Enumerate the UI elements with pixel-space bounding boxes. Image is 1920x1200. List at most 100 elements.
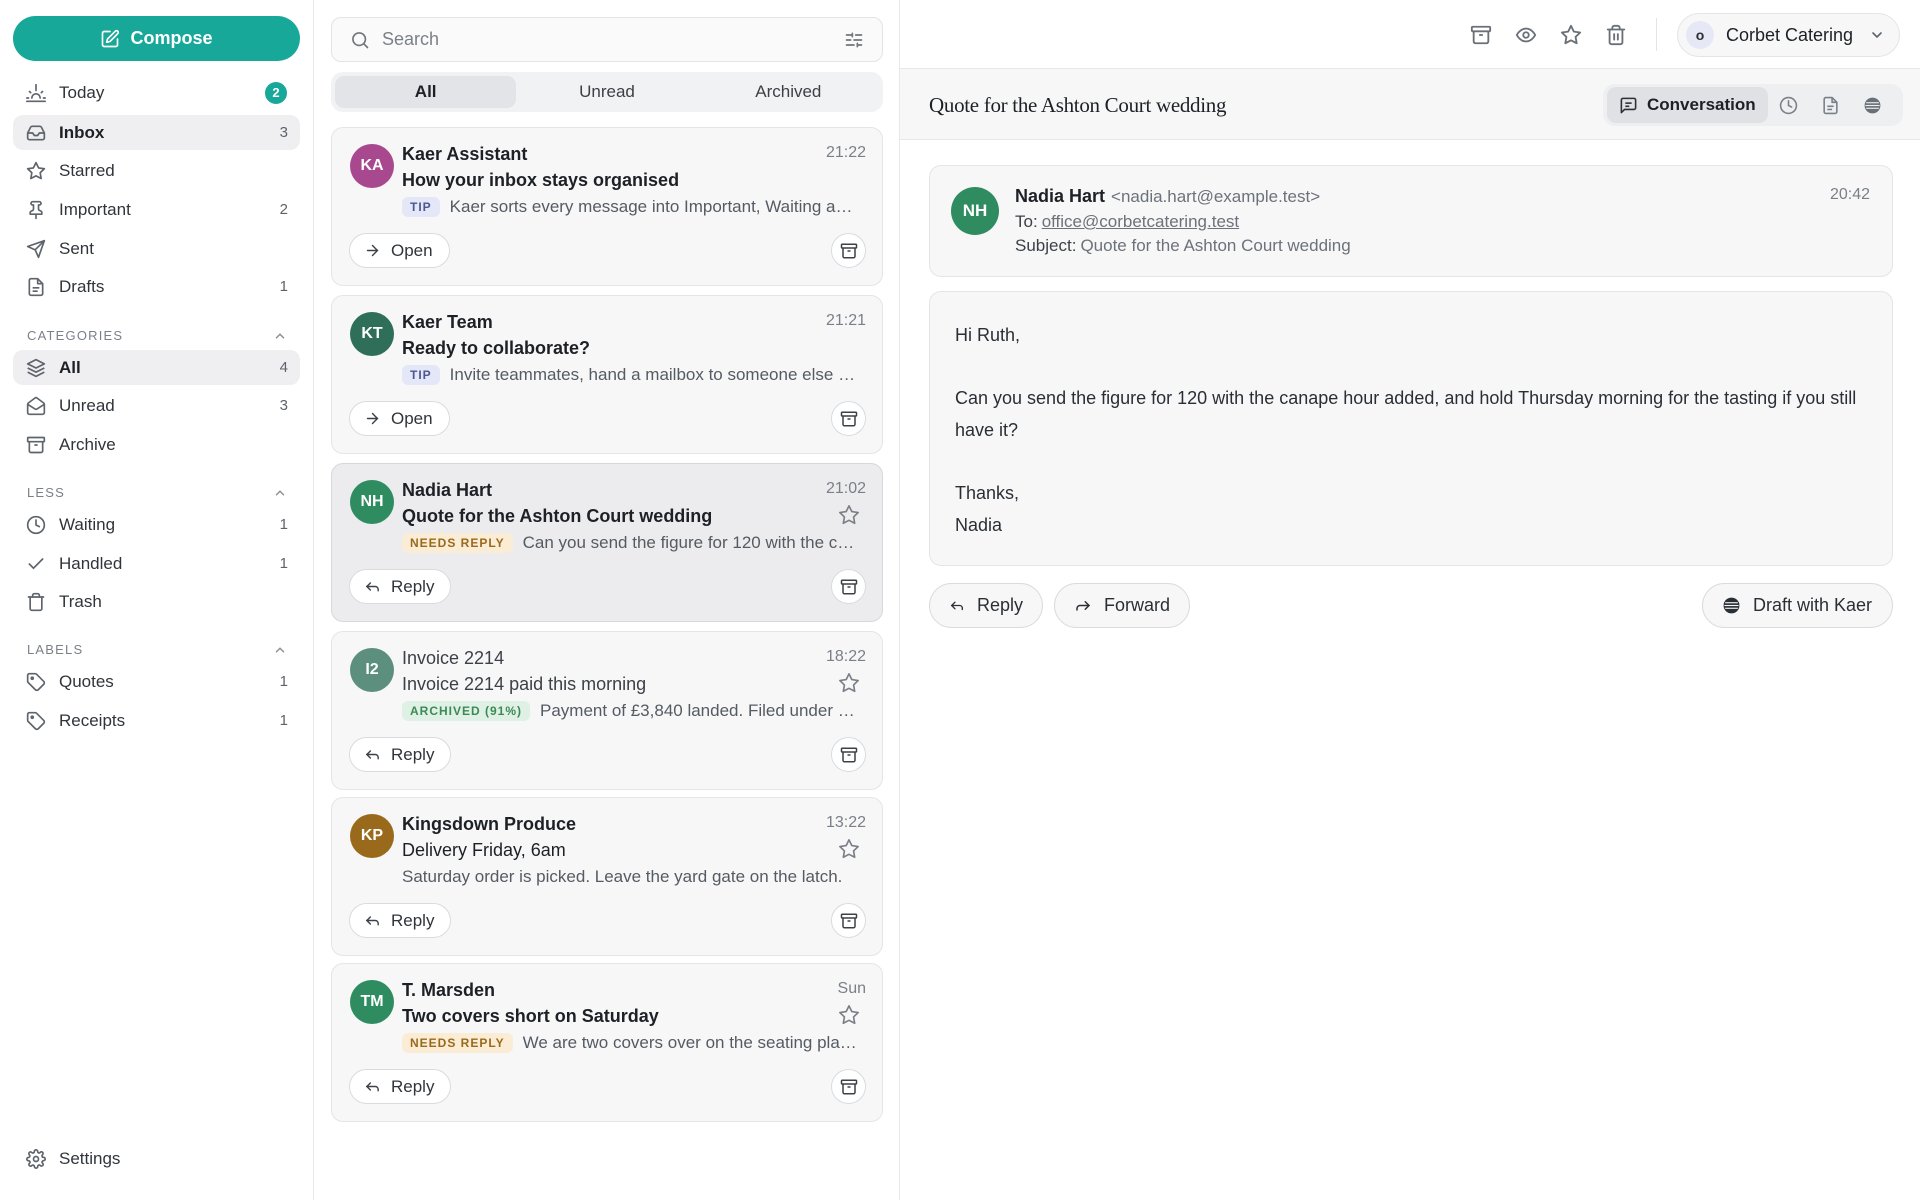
- sidebar-item-label: Waiting: [59, 514, 116, 534]
- message-subject: Subject: Quote for the Ashton Court weddi…: [1015, 236, 1351, 256]
- sidebar-item-important[interactable]: Important 2: [13, 192, 300, 227]
- star-icon[interactable]: [838, 672, 860, 694]
- star-icon[interactable]: [1560, 24, 1582, 46]
- sidebar-item-today[interactable]: Today 2: [13, 75, 300, 110]
- tab-kaer[interactable]: [1852, 87, 1894, 123]
- sidebar-item-waiting[interactable]: Waiting 1: [13, 507, 300, 542]
- sidebar-item-drafts[interactable]: Drafts 1: [13, 269, 300, 304]
- item-count: 1: [279, 555, 288, 572]
- sidebar-item-unread[interactable]: Unread 3: [13, 388, 300, 423]
- trash-icon[interactable]: [1605, 24, 1627, 46]
- filter-sliders-icon[interactable]: [844, 30, 864, 50]
- reply-button[interactable]: Reply: [349, 1069, 452, 1104]
- tab-unread[interactable]: Unread: [516, 76, 697, 108]
- archive-icon: [840, 746, 858, 764]
- tab-archived[interactable]: Archived: [698, 76, 879, 108]
- subject-value: Quote for the Ashton Court wedding: [1080, 236, 1351, 255]
- archive-button[interactable]: [831, 233, 866, 268]
- star-icon[interactable]: [838, 504, 860, 526]
- forward-label: Forward: [1103, 595, 1170, 615]
- needs-reply-tag: NEEDS REPLY: [402, 1033, 513, 1053]
- sidebar-item-all[interactable]: All 4: [13, 350, 300, 385]
- settings-button[interactable]: Settings: [13, 1141, 213, 1177]
- archive-button[interactable]: [831, 569, 866, 604]
- sidebar-item-sent[interactable]: Sent: [13, 231, 300, 266]
- subject-bar: Quote for the Ashton Court wedding Conve…: [900, 69, 1920, 140]
- settings-label: Settings: [59, 1149, 121, 1168]
- tip-tag: TIP: [402, 365, 440, 385]
- thread-card[interactable]: KT Kaer Team 21:21 Ready to collaborate?…: [331, 295, 883, 454]
- thread-preview-row: Saturday order is picked. Leave the yard…: [402, 867, 857, 887]
- archive-icon: [840, 242, 858, 260]
- thread-card[interactable]: NH Nadia Hart 21:02 Quote for the Ashton…: [331, 463, 883, 622]
- forward-button[interactable]: Forward: [1054, 583, 1190, 628]
- thread-subject: Quote for the Ashton Court wedding: [402, 506, 713, 526]
- tip-tag: TIP: [402, 197, 440, 217]
- sidebar-item-receipts[interactable]: Receipts 1: [13, 703, 300, 738]
- trash-icon: [26, 592, 46, 612]
- archive-button[interactable]: [831, 401, 866, 436]
- less-heading[interactable]: LESS: [27, 485, 287, 500]
- thread-card[interactable]: TM T. Marsden Sun Two covers short on Sa…: [331, 963, 883, 1122]
- reply-button[interactable]: Reply: [349, 737, 452, 772]
- item-count: 3: [279, 397, 288, 414]
- sidebar-item-quotes[interactable]: Quotes 1: [13, 664, 300, 699]
- categories-heading[interactable]: CATEGORIES: [27, 328, 287, 343]
- sidebar-item-starred[interactable]: Starred: [13, 153, 300, 188]
- archive-icon: [840, 410, 858, 428]
- message-body: Hi Ruth, Can you send the figure for 120…: [929, 291, 1893, 566]
- draft-with-kaer-button[interactable]: Draft with Kaer: [1702, 583, 1893, 628]
- open-button[interactable]: Open: [349, 401, 450, 436]
- sidebar-item-label: Drafts: [59, 276, 105, 296]
- sidebar-item-archive[interactable]: Archive: [13, 427, 300, 462]
- archive-button[interactable]: [831, 903, 866, 938]
- sidebar-item-trash[interactable]: Trash: [13, 584, 300, 619]
- conversation-title: Quote for the Ashton Court wedding: [929, 93, 1227, 117]
- thread-card[interactable]: KA Kaer Assistant 21:22 How your inbox s…: [331, 127, 883, 286]
- reply-icon: [364, 912, 381, 929]
- archive-button[interactable]: [831, 1069, 866, 1104]
- arrow-right-icon: [364, 242, 381, 259]
- thread-preview: Invite teammates, hand a mailbox to some…: [449, 365, 857, 384]
- avatar: I2: [350, 648, 394, 692]
- labels-heading[interactable]: LABELS: [27, 642, 287, 657]
- compose-button[interactable]: Compose: [13, 16, 300, 61]
- search-bar[interactable]: [331, 17, 883, 62]
- sidebar-item-label: Handled: [59, 553, 123, 573]
- reply-button[interactable]: Reply: [929, 583, 1043, 628]
- account-avatar: o: [1686, 21, 1714, 49]
- archive-icon[interactable]: [1470, 24, 1492, 46]
- reply-button[interactable]: Reply: [349, 569, 452, 604]
- mail-open-icon: [26, 396, 46, 416]
- thread-card[interactable]: KP Kingsdown Produce 13:22 Delivery Frid…: [331, 797, 883, 956]
- search-input[interactable]: [382, 29, 844, 50]
- reply-button[interactable]: Reply: [349, 903, 452, 938]
- sidebar-item-handled[interactable]: Handled 1: [13, 546, 300, 581]
- item-count: 2: [279, 201, 288, 218]
- sidebar: Compose Today 2 Inbox 3 Starred Importan…: [0, 0, 314, 1200]
- item-count: 1: [279, 278, 288, 295]
- eye-icon[interactable]: [1515, 24, 1537, 46]
- file-icon: [26, 277, 46, 297]
- sidebar-item-inbox[interactable]: Inbox 3: [13, 115, 300, 150]
- archive-icon: [840, 912, 858, 930]
- recipient-email-link[interactable]: office@corbetcatering.test: [1042, 212, 1239, 231]
- section-title: LESS: [27, 485, 66, 500]
- archive-button[interactable]: [831, 737, 866, 772]
- reply-icon: [364, 1078, 381, 1095]
- reply-label: Reply: [391, 910, 435, 930]
- pin-icon: [26, 200, 46, 220]
- tab-document[interactable]: [1810, 87, 1852, 123]
- tab-history[interactable]: [1768, 87, 1810, 123]
- thread-preview: Payment of £3,840 landed. Filed under Re…: [540, 701, 857, 720]
- thread-card[interactable]: I2 Invoice 2214 18:22 Invoice 2214 paid …: [331, 631, 883, 790]
- avatar: NH: [350, 480, 394, 524]
- compose-icon: [100, 29, 120, 49]
- tab-all[interactable]: All: [335, 76, 517, 108]
- tab-conversation[interactable]: Conversation: [1607, 87, 1768, 123]
- account-switcher[interactable]: o Corbet Catering: [1677, 13, 1900, 57]
- reading-pane: o Corbet Catering Quote for the Ashton C…: [900, 0, 1920, 1200]
- star-icon[interactable]: [838, 838, 860, 860]
- open-button[interactable]: Open: [349, 233, 450, 268]
- star-icon[interactable]: [838, 1004, 860, 1026]
